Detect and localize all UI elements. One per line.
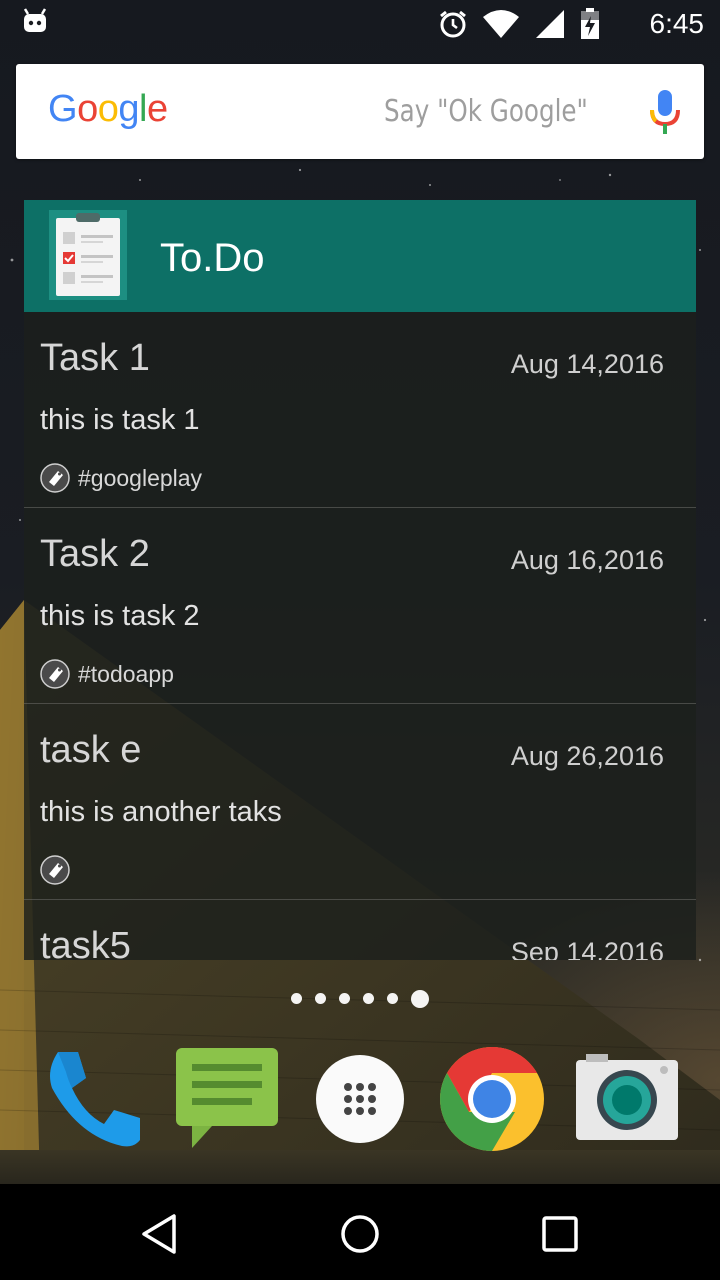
task-date: Aug 26,2016 xyxy=(510,741,664,771)
tag-icon xyxy=(40,463,70,493)
task-tag: #todoapp xyxy=(78,660,174,687)
task-name: task5 xyxy=(40,925,131,960)
app-drawer-icon[interactable] xyxy=(305,1044,415,1154)
google-logo: Google xyxy=(48,88,168,130)
nav-bar xyxy=(0,1184,720,1280)
task-date: Aug 16,2016 xyxy=(510,545,664,575)
battery-icon xyxy=(581,8,599,39)
clock: 6:45 xyxy=(649,8,705,39)
page-dot xyxy=(363,993,374,1004)
task-item[interactable]: Task 2 Aug 16,2016 this is task 2 #todoa… xyxy=(24,508,696,704)
dock xyxy=(0,1040,720,1160)
page-indicator xyxy=(0,990,720,1008)
alarm-icon xyxy=(440,10,466,38)
task-date: Sep 14,2016 xyxy=(510,937,664,960)
page-dot xyxy=(315,993,326,1004)
task-name: Task 1 xyxy=(40,337,150,379)
todo-app-icon xyxy=(49,210,127,300)
widget-title: To.Do xyxy=(160,236,265,280)
phone-icon[interactable] xyxy=(38,1044,148,1154)
todo-widget: To.Do Task 1 Aug 14,2016 this is task 1 … xyxy=(24,200,696,960)
page-dot xyxy=(339,993,350,1004)
page-dot-active xyxy=(411,990,429,1008)
widget-header[interactable]: To.Do xyxy=(24,200,696,312)
camera-icon[interactable] xyxy=(572,1044,682,1154)
wifi-icon xyxy=(483,10,519,38)
android-icon xyxy=(23,8,47,32)
chrome-icon[interactable] xyxy=(437,1044,547,1154)
signal-icon xyxy=(536,10,564,38)
home-icon[interactable] xyxy=(338,1212,382,1256)
page-dot xyxy=(387,993,398,1004)
back-icon[interactable] xyxy=(138,1212,182,1256)
task-list[interactable]: Task 1 Aug 14,2016 this is task 1 #googl… xyxy=(24,312,696,960)
task-name: Task 2 xyxy=(40,533,150,575)
task-date: Aug 14,2016 xyxy=(510,349,664,379)
task-description: this is task 1 xyxy=(40,404,200,436)
recents-icon[interactable] xyxy=(538,1212,582,1256)
status-bar: 6:45 xyxy=(0,0,720,48)
tag-icon xyxy=(40,659,70,689)
google-search-bar[interactable]: Google Say "Ok Google" xyxy=(16,64,704,159)
task-tag: #googleplay xyxy=(78,464,203,491)
task-description: this is another taks xyxy=(40,796,282,828)
tag-icon xyxy=(40,855,70,885)
task-item[interactable]: Task 1 Aug 14,2016 this is task 1 #googl… xyxy=(24,312,696,508)
page-dot xyxy=(291,993,302,1004)
task-item[interactable]: task e Aug 26,2016 this is another taks xyxy=(24,704,696,900)
task-description: this is task 2 xyxy=(40,600,200,632)
task-name: task e xyxy=(40,729,142,771)
mic-icon[interactable] xyxy=(644,88,686,136)
messenger-icon[interactable] xyxy=(172,1044,282,1154)
search-hint: Say "Ok Google" xyxy=(384,94,588,129)
task-item[interactable]: task5 Sep 14,2016 xyxy=(24,900,696,960)
